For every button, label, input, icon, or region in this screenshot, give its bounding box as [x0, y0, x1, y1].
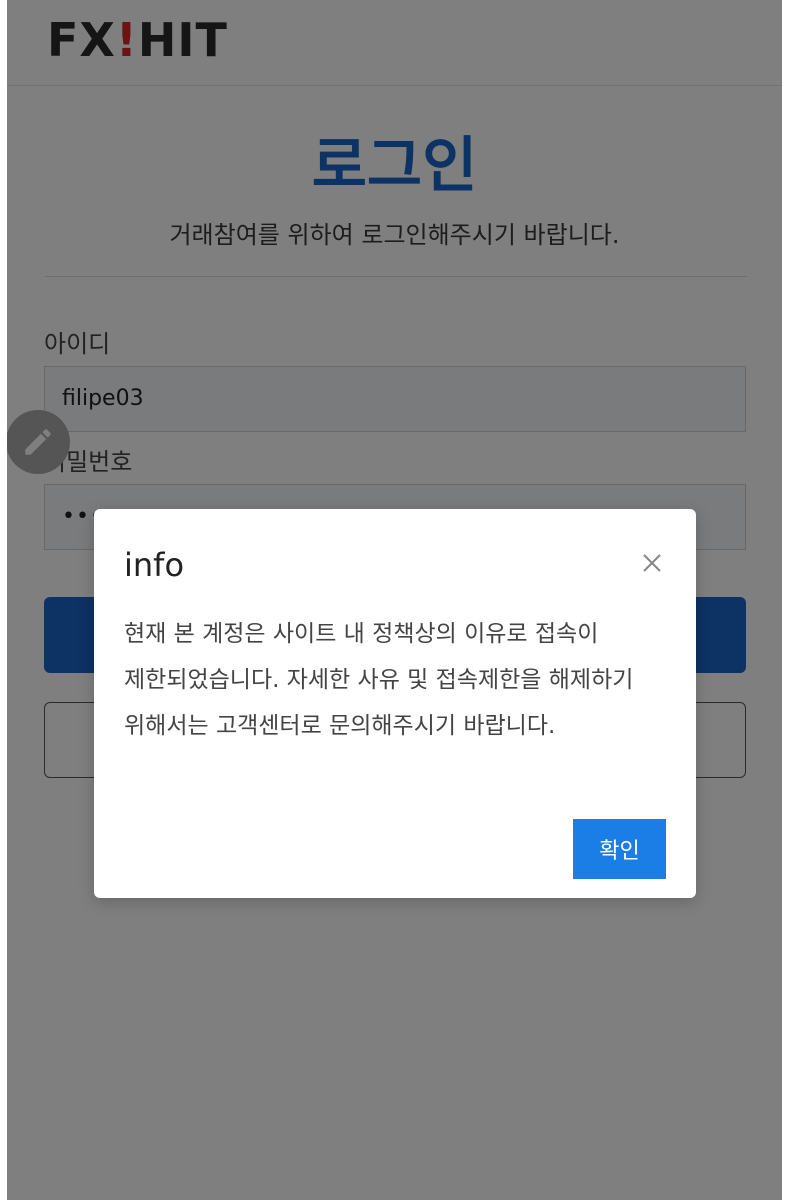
screen: FX!HIT 로그인 거래참여를 위하여 로그인해주시기 바랍니다. 아이디 f… — [0, 0, 787, 1200]
close-icon[interactable] — [638, 549, 666, 577]
dialog-title: info — [124, 546, 185, 584]
dialog-message: 현재 본 계정은 사이트 내 정책상의 이유로 접속이 제한되었습니다. 자세한… — [124, 621, 634, 739]
info-dialog: info 현재 본 계정은 사이트 내 정책상의 이유로 접속이 제한되었습니다… — [94, 509, 696, 898]
confirm-button[interactable]: 확인 — [573, 819, 666, 879]
right-edge — [782, 0, 787, 1200]
left-edge — [0, 0, 7, 1200]
